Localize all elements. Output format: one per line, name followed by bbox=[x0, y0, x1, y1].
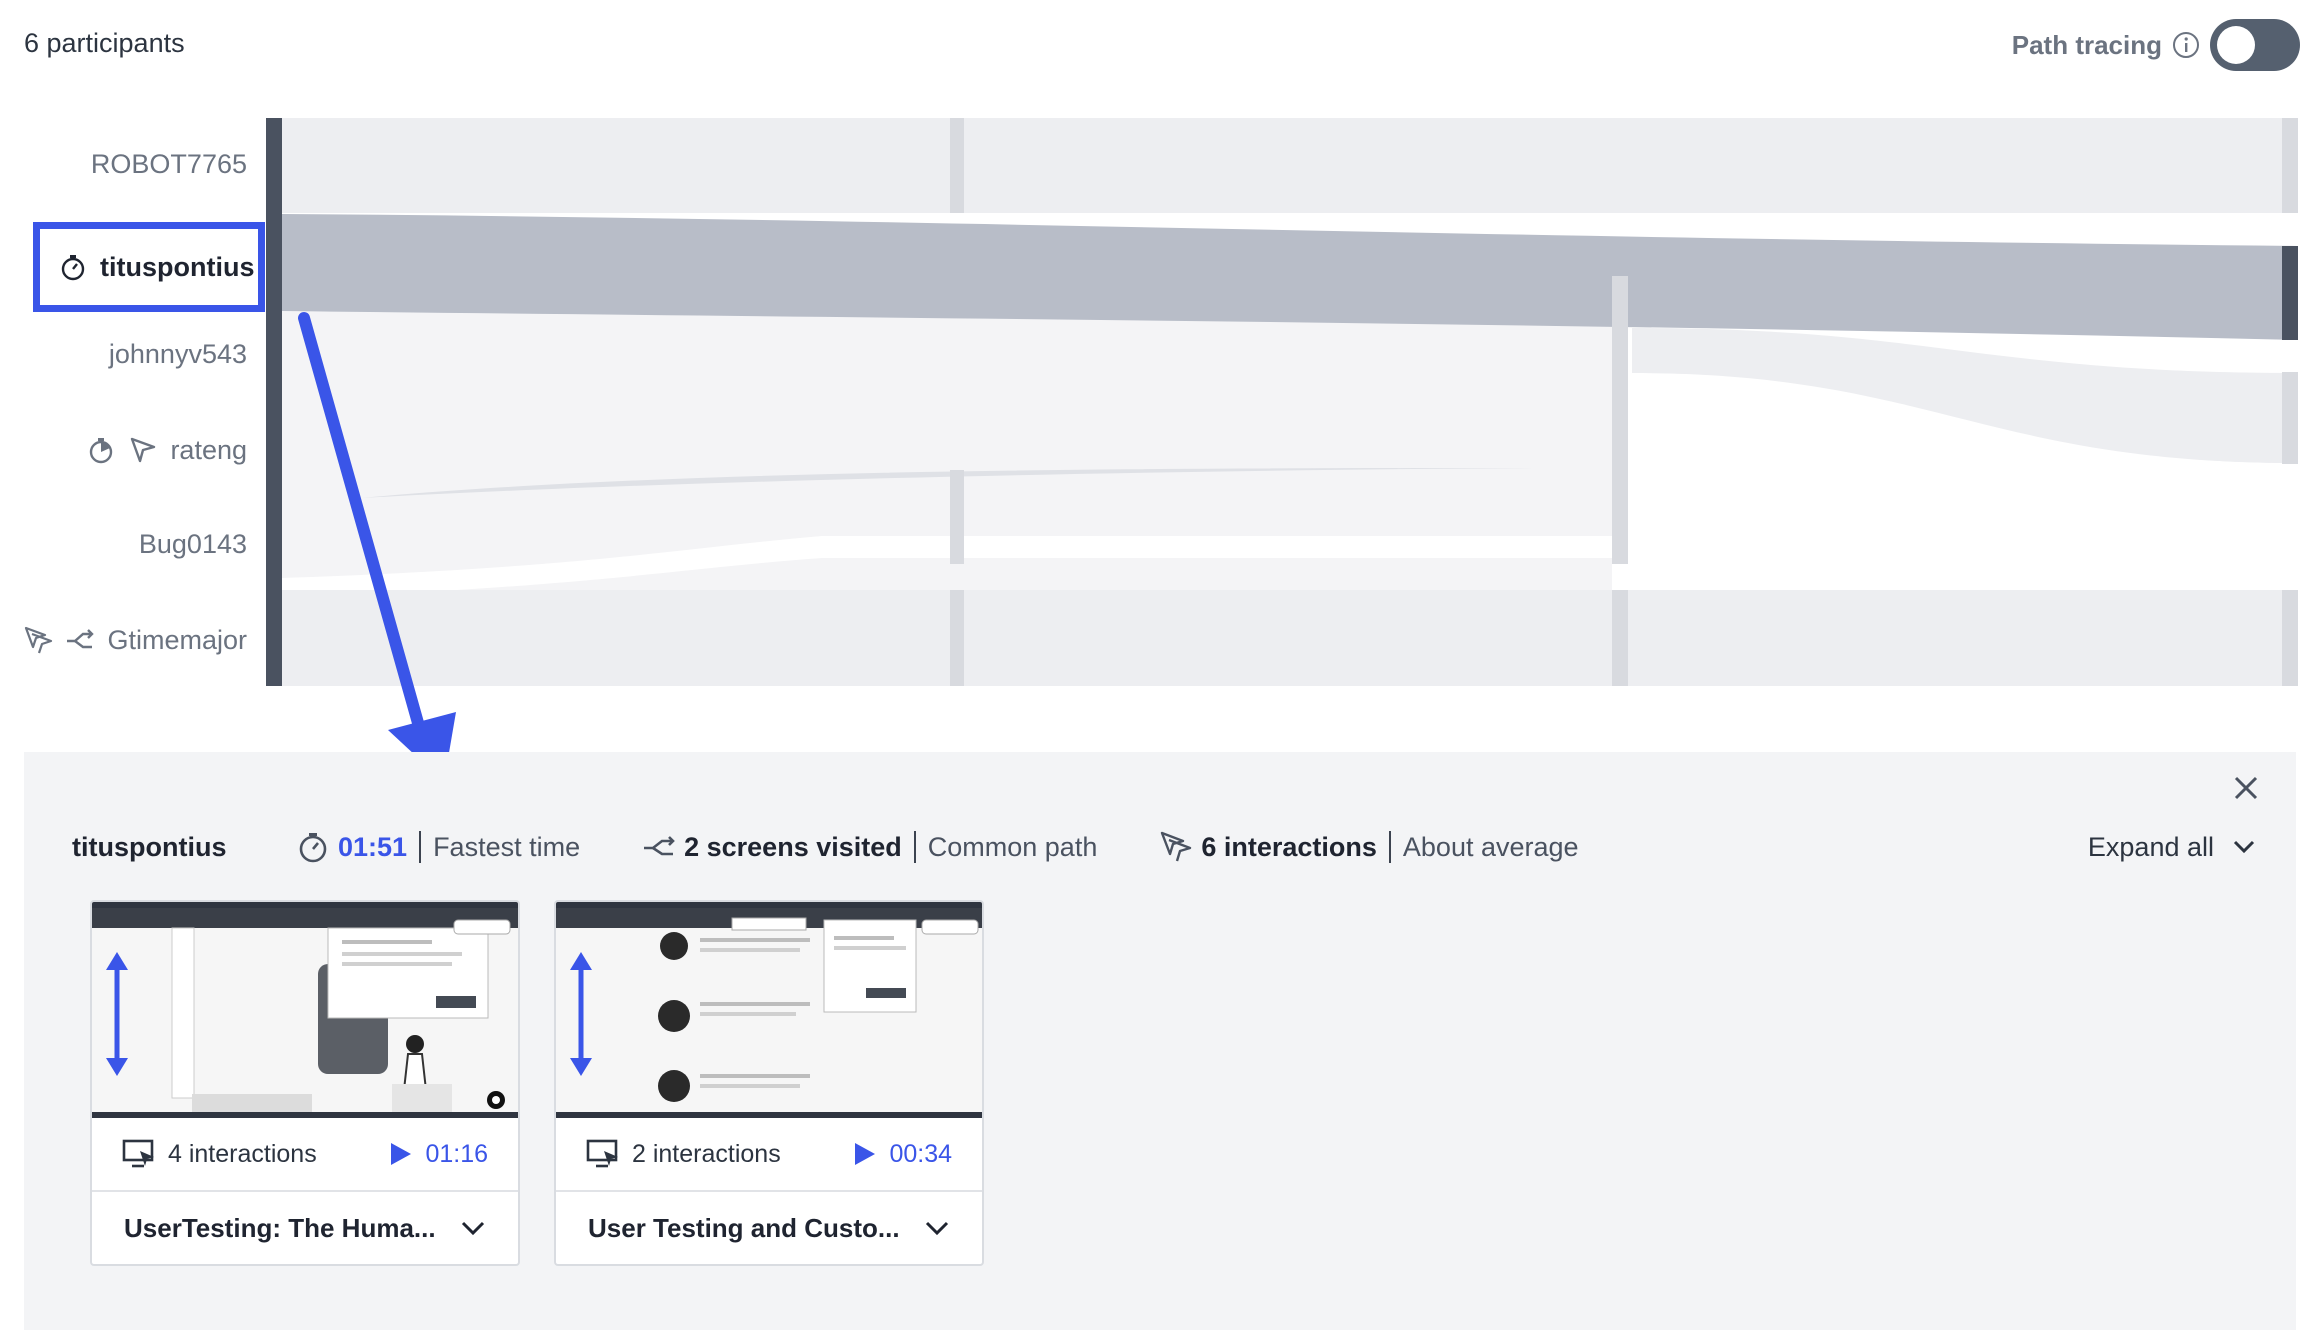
play-button[interactable]: 01:16 bbox=[389, 1140, 488, 1169]
screen-thumbnail[interactable] bbox=[556, 902, 982, 1118]
time-value: 01:51 bbox=[338, 831, 408, 862]
participant-row-robot7765[interactable]: ROBOT7765 bbox=[91, 134, 247, 194]
stopwatch-icon bbox=[299, 833, 327, 863]
screen-node[interactable] bbox=[2282, 372, 2298, 464]
participant-name: tituspontius bbox=[100, 251, 255, 282]
screen-node[interactable] bbox=[950, 590, 964, 686]
play-icon bbox=[391, 1143, 412, 1165]
card-title-dropdown[interactable]: User Testing and Custo... bbox=[556, 1192, 982, 1264]
toggle-knob bbox=[2217, 26, 2255, 64]
path-tracing-toggle[interactable] bbox=[2210, 19, 2300, 71]
screen-node[interactable] bbox=[2282, 118, 2298, 213]
path-icon bbox=[67, 629, 95, 649]
card-title-dropdown[interactable]: UserTesting: The Huma... bbox=[92, 1192, 518, 1264]
path-tracing-label: Path tracing bbox=[2011, 29, 2162, 60]
multi-pointer-icon bbox=[25, 626, 53, 654]
expand-all-label: Expand all bbox=[2087, 831, 2214, 862]
divider bbox=[913, 831, 916, 863]
time-stat: 01:51 Fastest time bbox=[296, 830, 580, 864]
screen-node-selected[interactable] bbox=[2282, 246, 2298, 340]
card-duration: 01:16 bbox=[425, 1139, 488, 1168]
participant-row-rateng[interactable]: rateng bbox=[86, 420, 247, 480]
participant-name: Bug0143 bbox=[138, 528, 247, 559]
screen-node[interactable] bbox=[1612, 276, 1628, 564]
multi-pointer-icon bbox=[1161, 831, 1192, 862]
thumbnail-image bbox=[106, 919, 511, 1112]
participants-count: 6 participants bbox=[24, 28, 185, 58]
stopwatch-icon bbox=[90, 438, 113, 464]
flow-branch-upper[interactable] bbox=[1632, 328, 2297, 463]
expand-all-button[interactable]: Expand all bbox=[2088, 832, 2256, 863]
participant-name: Gtimemajor bbox=[107, 624, 247, 655]
flow-gtimemajor[interactable] bbox=[282, 590, 2297, 686]
play-button[interactable]: 00:34 bbox=[853, 1140, 952, 1169]
path-flow-diagram bbox=[282, 118, 2298, 686]
participant-row-gtimemajor[interactable]: Gtimemajor bbox=[23, 610, 247, 670]
flow-start-axis bbox=[266, 118, 282, 686]
screens-label: Common path bbox=[927, 831, 1098, 862]
divider bbox=[419, 831, 422, 863]
card-interactions: 2 interactions bbox=[632, 1139, 781, 1168]
screen-cards: 4 interactions 01:16 UserTesting: The Hu… bbox=[90, 900, 984, 1266]
top-bar: 6 participants Path tracing bbox=[0, 0, 2318, 100]
interactions-value: 6 interactions bbox=[1201, 831, 1377, 862]
participant-name: ROBOT7765 bbox=[90, 148, 247, 179]
card-duration: 00:34 bbox=[889, 1139, 952, 1168]
screens-stat: 2 screens visited Common path bbox=[642, 830, 1097, 864]
screen-node[interactable] bbox=[950, 118, 964, 213]
panel-participant-name: tituspontius bbox=[72, 831, 227, 862]
screen-card[interactable]: 4 interactions 01:16 UserTesting: The Hu… bbox=[90, 900, 520, 1266]
screen-node[interactable] bbox=[2282, 590, 2298, 686]
pointer-icon bbox=[131, 437, 156, 463]
chevron-down-icon bbox=[925, 1221, 949, 1236]
participant-name: rateng bbox=[170, 434, 247, 465]
divider bbox=[1388, 831, 1391, 863]
thumbnail-image bbox=[570, 917, 979, 1102]
card-title: UserTesting: The Huma... bbox=[124, 1212, 436, 1243]
participant-stats: tituspontius 01:51 Fastest time 2 screen… bbox=[72, 822, 2256, 872]
card-title: User Testing and Custo... bbox=[588, 1212, 900, 1243]
play-icon bbox=[855, 1143, 876, 1165]
participant-row-johnnyv543[interactable]: johnnyv543 bbox=[109, 324, 247, 384]
participant-list: ROBOT7765 tituspontius johnnyv543 rateng… bbox=[0, 118, 265, 688]
interactions-stat: 6 interactions About average bbox=[1159, 830, 1579, 864]
card-meta: 4 interactions 01:16 bbox=[92, 1118, 518, 1192]
participant-row-tituspontius[interactable]: tituspontius bbox=[33, 222, 265, 312]
screens-value: 2 screens visited bbox=[684, 831, 902, 862]
info-icon[interactable] bbox=[2172, 31, 2200, 59]
participant-detail-panel: tituspontius 01:51 Fastest time 2 screen… bbox=[24, 752, 2296, 1330]
time-label: Fastest time bbox=[433, 831, 581, 862]
chevron-down-icon bbox=[2233, 840, 2255, 854]
path-tracing-control: Path tracing bbox=[2012, 18, 2300, 72]
card-meta: 2 interactions 00:34 bbox=[556, 1118, 982, 1192]
flow-robot7765[interactable] bbox=[282, 118, 2297, 213]
interactions-label: About average bbox=[1402, 831, 1579, 862]
close-icon[interactable] bbox=[2226, 768, 2266, 808]
monitor-click-icon bbox=[122, 1139, 154, 1168]
participant-row-bug0143[interactable]: Bug0143 bbox=[139, 514, 247, 574]
screen-thumbnail[interactable] bbox=[92, 902, 518, 1118]
screen-card[interactable]: 2 interactions 00:34 User Testing and Cu… bbox=[554, 900, 984, 1266]
stopwatch-icon bbox=[61, 255, 85, 281]
path-icon bbox=[644, 836, 675, 856]
screen-node[interactable] bbox=[1612, 590, 1628, 686]
screen-node[interactable] bbox=[950, 470, 964, 564]
chevron-down-icon bbox=[461, 1221, 485, 1236]
card-interactions: 4 interactions bbox=[168, 1139, 317, 1168]
participant-name: johnnyv543 bbox=[108, 338, 247, 369]
monitor-click-icon bbox=[586, 1139, 618, 1168]
